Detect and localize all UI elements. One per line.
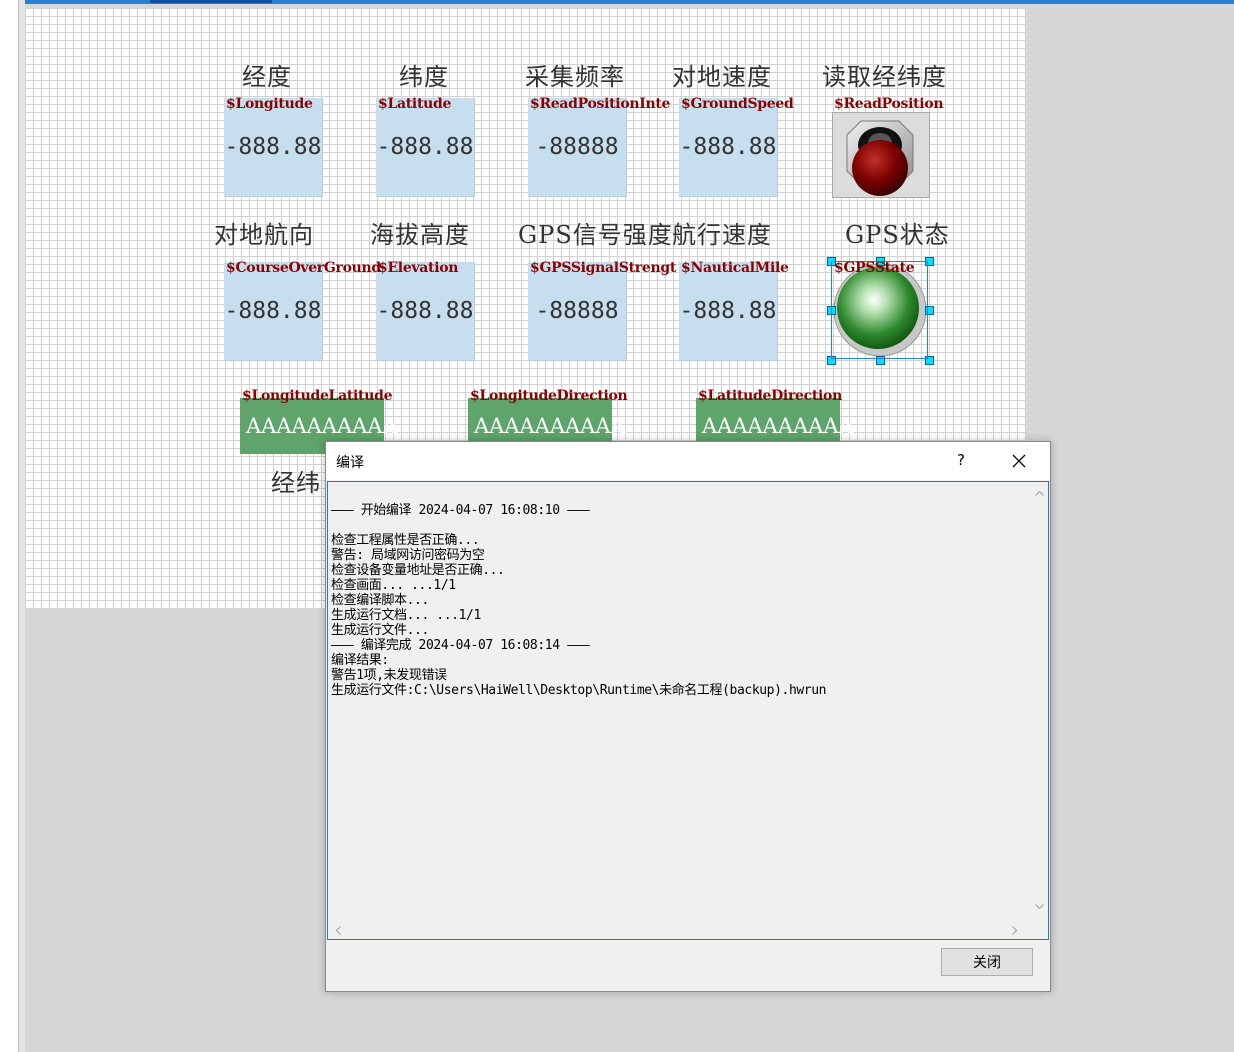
- caption-longitude-latitude: 经纬: [271, 469, 321, 497]
- read-position-button[interactable]: [832, 112, 930, 198]
- chevron-right-icon[interactable]: [1012, 926, 1018, 935]
- tag-gps-state: $GPSState: [834, 260, 915, 276]
- latitude-display[interactable]: -888.88: [376, 98, 475, 197]
- caption-gps-signal: GPS信号强度: [518, 221, 673, 249]
- ground-speed-display[interactable]: -888.88: [679, 98, 778, 197]
- tag-gps-signal-strength: $GPSSignalStrengt: [530, 260, 677, 276]
- gps-signal-value: -88888: [535, 298, 619, 324]
- elevation-display[interactable]: -888.88: [376, 262, 475, 361]
- tag-latitude-direction: $LatitudeDirection: [698, 388, 842, 404]
- caption-course: 对地航向: [214, 221, 314, 249]
- tag-read-position: $ReadPosition: [834, 96, 944, 112]
- log-line: 生成运行文件:C:\Users\HaiWell\Desktop\Runtime\…: [331, 683, 827, 698]
- log-line: ——— 开始编译 2024-04-07 16:08:10 ———: [331, 503, 590, 518]
- horizontal-scrollbar[interactable]: [328, 921, 1031, 939]
- chevron-left-icon[interactable]: [335, 926, 341, 935]
- compile-dialog: 编译 ? ——— 开始编译 2024-04-07 16:08:10 ——— 检查…: [325, 441, 1051, 992]
- latitude-value: -888.88: [376, 134, 474, 160]
- chevron-down-icon[interactable]: [1035, 904, 1044, 910]
- vertical-scrollbar[interactable]: [1031, 482, 1048, 919]
- tag-course-over-ground: $CourseOverGround: [226, 260, 381, 276]
- dialog-title: 编译: [336, 455, 364, 471]
- chevron-up-icon[interactable]: [1035, 490, 1044, 496]
- caption-nautical-speed: 航行速度: [672, 221, 772, 249]
- left-panel-edge: [0, 0, 19, 1052]
- close-icon[interactable]: [1012, 454, 1026, 468]
- sample-rate-value: -88888: [535, 134, 619, 160]
- gps-signal-display[interactable]: -88888: [528, 262, 627, 361]
- tag-nautical-mile: $NauticalMile: [681, 260, 789, 276]
- tag-ground-speed: $GroundSpeed: [681, 96, 794, 112]
- tag-latitude: $Latitude: [378, 96, 452, 112]
- longitude-latitude-value: AAAAAAAAAA: [246, 414, 398, 438]
- tag-read-position-interval: $ReadPositionInte: [530, 96, 671, 112]
- caption-sample-rate: 采集频率: [525, 63, 625, 91]
- ground-speed-value: -888.88: [679, 134, 777, 160]
- longitude-value: -888.88: [224, 134, 322, 160]
- push-button-icon: [846, 120, 914, 196]
- dialog-title-bar[interactable]: 编译 ?: [326, 442, 1050, 480]
- caption-longitude: 经度: [242, 63, 292, 91]
- caption-read-position: 读取经纬度: [822, 63, 947, 91]
- elevation-value: -888.88: [376, 298, 474, 324]
- tag-longitude: $Longitude: [226, 96, 313, 112]
- caption-latitude: 纬度: [399, 63, 449, 91]
- tag-longitude-latitude: $LongitudeLatitude: [242, 388, 393, 404]
- compile-log[interactable]: ——— 开始编译 2024-04-07 16:08:10 ——— 检查工程属性是…: [327, 481, 1049, 940]
- help-button[interactable]: ?: [957, 451, 965, 469]
- active-tab-indicator[interactable]: [150, 0, 272, 3]
- close-button[interactable]: 关闭: [941, 948, 1033, 976]
- caption-ground-speed: 对地速度: [672, 63, 772, 91]
- course-display[interactable]: -888.88: [224, 262, 323, 361]
- latitude-direction-value: AAAAAAAAAA: [702, 414, 854, 438]
- longitude-display[interactable]: -888.88: [224, 98, 323, 197]
- nautical-speed-value: -888.88: [679, 298, 777, 324]
- tag-longitude-direction: $LongitudeDirection: [470, 388, 628, 404]
- nautical-speed-display[interactable]: -888.88: [679, 262, 778, 361]
- longitude-direction-value: AAAAAAAAAA: [474, 414, 626, 438]
- sample-rate-display[interactable]: -88888: [528, 98, 627, 197]
- course-value: -888.88: [224, 298, 322, 324]
- caption-elevation: 海拔高度: [370, 221, 470, 249]
- tag-elevation: $Elevation: [378, 260, 459, 276]
- caption-gps-state: GPS状态: [845, 221, 950, 249]
